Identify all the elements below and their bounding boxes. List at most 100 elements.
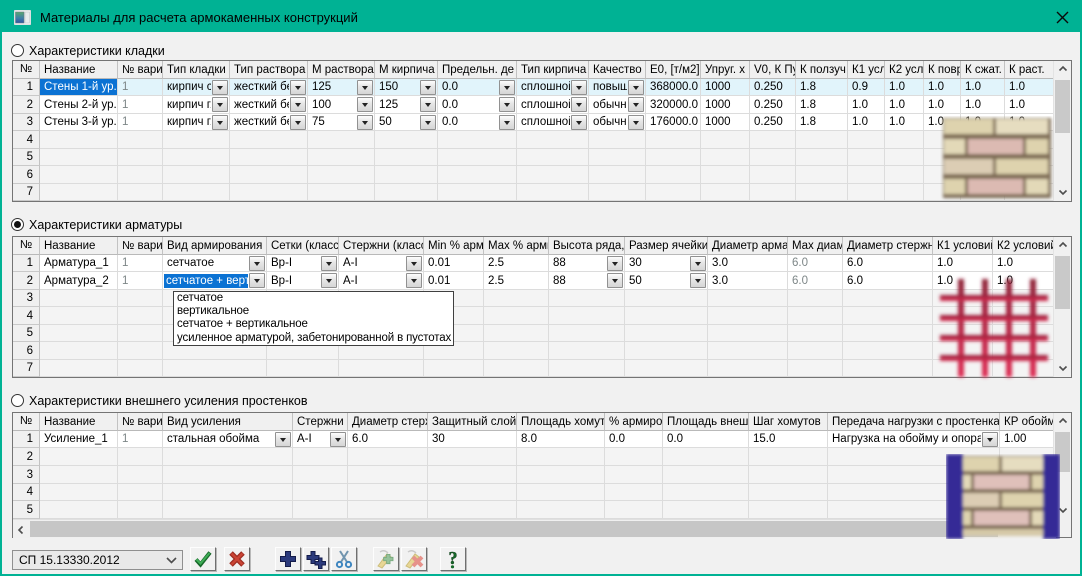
table-cell[interactable] (749, 501, 828, 519)
table-cell[interactable] (308, 149, 375, 167)
table-cell[interactable] (118, 290, 163, 308)
table-cell[interactable]: 1.0 (1005, 79, 1056, 97)
table-cell[interactable]: 1000 (701, 79, 750, 97)
table-cell[interactable]: 15.0 (749, 431, 828, 449)
table-cell[interactable] (308, 131, 375, 149)
row-number[interactable]: 4 (13, 131, 40, 149)
scrollbar-thumb[interactable] (30, 521, 998, 537)
table-cell[interactable] (40, 290, 118, 308)
table-cell[interactable] (788, 325, 843, 343)
table-cell[interactable] (843, 290, 933, 308)
table-cell[interactable]: 1 (118, 96, 163, 114)
table-cell[interactable] (40, 342, 118, 360)
column-header[interactable]: М раствора (308, 61, 375, 79)
column-header[interactable]: Название (40, 237, 118, 255)
table-cell[interactable] (40, 184, 118, 202)
cell-dropdown-button[interactable] (212, 80, 228, 95)
scroll-up-button[interactable] (1054, 61, 1071, 78)
table-cell[interactable] (424, 360, 484, 378)
row-number[interactable]: 1 (13, 79, 40, 97)
table-cell[interactable]: 1.00 (1000, 431, 1056, 449)
table-cell[interactable] (438, 149, 517, 167)
table-cell[interactable]: 1.8 (796, 79, 848, 97)
table-cell[interactable]: 1.0 (961, 79, 1005, 97)
column-header[interactable]: К1 усл (848, 61, 885, 79)
table-cell[interactable] (428, 484, 517, 502)
table-cell[interactable] (750, 149, 796, 167)
table-cell[interactable] (663, 466, 749, 484)
table-cell[interactable] (885, 184, 924, 202)
table-cell[interactable]: А-I (339, 255, 424, 273)
table-cell[interactable] (708, 325, 788, 343)
table-cell[interactable] (484, 307, 549, 325)
table-cell[interactable]: 1000 (701, 114, 750, 132)
scroll-left-button[interactable] (13, 520, 30, 538)
vertical-scrollbar[interactable] (1053, 61, 1071, 201)
table-cell[interactable] (163, 149, 230, 167)
table-cell[interactable]: 6.0 (788, 272, 843, 290)
table-cell[interactable] (708, 360, 788, 378)
table-cell[interactable]: 176000.0 (646, 114, 701, 132)
cell-dropdown-button[interactable] (571, 97, 587, 112)
close-button[interactable] (1052, 7, 1072, 27)
table-cell[interactable] (848, 131, 885, 149)
table-cell[interactable]: 3.0 (708, 255, 788, 273)
table-cell[interactable] (40, 360, 118, 378)
table-cell[interactable]: 1 (118, 272, 163, 290)
table-cell[interactable] (843, 307, 933, 325)
cell-dropdown-button[interactable] (321, 256, 337, 271)
table-cell[interactable] (605, 448, 663, 466)
dropdown-option[interactable]: сетчатое + вертикальное (174, 318, 453, 331)
column-header[interactable]: КР обоймы (1000, 413, 1056, 431)
scrollbar-thumb[interactable] (1055, 80, 1070, 133)
table-cell[interactable]: жесткий бетонный (230, 114, 308, 132)
table-cell[interactable]: 0.250 (750, 114, 796, 132)
table-cell[interactable] (848, 149, 885, 167)
table-cell[interactable] (293, 484, 348, 502)
table-cell[interactable]: 50 (625, 272, 708, 290)
table-cell[interactable] (339, 360, 424, 378)
table-cell[interactable] (428, 466, 517, 484)
table-cell[interactable] (605, 501, 663, 519)
table-cell[interactable] (118, 466, 163, 484)
cell-dropdown-button[interactable] (420, 97, 436, 112)
column-header[interactable]: Диаметр стержн (843, 237, 933, 255)
cell-dropdown-button[interactable] (357, 80, 373, 95)
cell-dropdown-button[interactable] (406, 273, 422, 288)
column-header[interactable]: М кирпича (375, 61, 438, 79)
cell-dropdown-button[interactable] (290, 80, 306, 95)
table-cell[interactable]: стальная обойма (163, 431, 293, 449)
column-header[interactable]: Качество (589, 61, 646, 79)
cell-dropdown-button[interactable] (982, 432, 998, 447)
cell-dropdown-button[interactable] (212, 97, 228, 112)
cell-dropdown-button[interactable] (290, 97, 306, 112)
table-cell[interactable] (163, 131, 230, 149)
table-cell[interactable]: 0.250 (750, 79, 796, 97)
table-cell[interactable] (788, 307, 843, 325)
table-cell[interactable]: обычное (589, 96, 646, 114)
help-button[interactable]: ? (440, 547, 466, 571)
table-cell[interactable] (163, 448, 293, 466)
strengthening-radio[interactable] (11, 394, 24, 407)
table-cell[interactable]: 1.0 (885, 114, 924, 132)
table-cell[interactable] (646, 149, 701, 167)
table-cell[interactable] (796, 184, 848, 202)
table-cell[interactable] (118, 149, 163, 167)
table-cell[interactable]: Усиление_1 (40, 431, 118, 449)
table-cell[interactable] (118, 166, 163, 184)
table-cell[interactable] (118, 325, 163, 343)
table-cell[interactable] (517, 484, 605, 502)
table-cell[interactable] (230, 131, 308, 149)
scroll-up-button[interactable] (1054, 237, 1071, 254)
column-header[interactable]: К1 условий (933, 237, 993, 255)
table-cell[interactable] (293, 466, 348, 484)
table-cell[interactable]: 1 (118, 255, 163, 273)
table-cell[interactable] (118, 448, 163, 466)
table-cell[interactable]: сетчатое + вертикальное (163, 272, 267, 290)
table-cell[interactable] (375, 131, 438, 149)
table-cell[interactable]: 6.0 (843, 255, 933, 273)
table-cell[interactable]: 1.0 (885, 79, 924, 97)
table-cell[interactable] (375, 166, 438, 184)
table-cell[interactable]: 150 (375, 79, 438, 97)
table-cell[interactable] (749, 448, 828, 466)
